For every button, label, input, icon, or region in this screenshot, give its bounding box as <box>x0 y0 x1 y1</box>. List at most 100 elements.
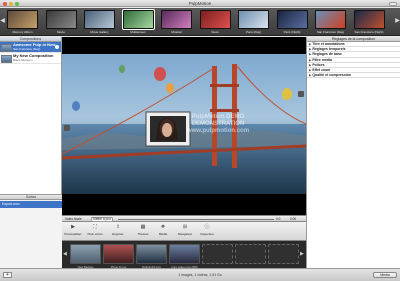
tool-button[interactable]: ⓘ Inspecteur <box>198 224 216 240</box>
theme-item[interactable]: Paris (Day) <box>238 10 269 35</box>
media-item[interactable] <box>136 244 167 264</box>
media-empty-slot[interactable] <box>235 244 266 264</box>
theme-item[interactable]: News <box>199 10 231 35</box>
tool-label: Plein écran <box>87 232 103 236</box>
theme-item[interactable]: Memory Album <box>7 10 38 35</box>
preview-viewer[interactable]: PulpMotion DEMO DEMONSTRATION www.pulpmo… <box>62 37 306 215</box>
theme-item[interactable]: Movie Gallery <box>84 10 115 35</box>
disclosure-triangle-icon[interactable]: ▶ <box>309 47 311 51</box>
window-title: PulpMotion <box>188 1 212 6</box>
composition-item[interactable]: My New Composition Black Museum <box>0 53 61 64</box>
theme-item[interactable]: San Francisco (Night) <box>353 10 385 35</box>
composition-subtitle: Black Museum <box>13 58 33 62</box>
title-bar: PulpMotion <box>0 0 400 7</box>
tool-label: Prévisualiser <box>64 232 82 236</box>
tool-button[interactable]: ▦ Thèmes <box>134 224 152 240</box>
theme-item[interactable]: San Francisco (Day) <box>315 10 346 35</box>
clip-item[interactable]: Export.mov <box>0 201 62 208</box>
theme-thumbnail <box>276 10 308 29</box>
inspector-icon: ⓘ <box>204 224 210 230</box>
theme-label: Musical <box>171 30 182 34</box>
theme-label: Movie <box>56 30 65 34</box>
media-item[interactable] <box>103 244 134 264</box>
compositions-panel: Compositions Awesome Pulp in New... San F… <box>0 37 62 268</box>
media-empty-slot[interactable] <box>268 244 299 264</box>
theme-label: Memory Album <box>12 30 33 34</box>
themes-icon: ▦ <box>140 224 146 230</box>
media-bin: ◀ New Badges Photo 11.jpg Flight1p16.mov In… <box>62 241 306 269</box>
theme-thumbnail <box>45 10 77 29</box>
settings-section-label: Réglages temporels <box>312 47 346 52</box>
disclosure-triangle-icon[interactable]: ▶ <box>309 63 311 67</box>
tool-button[interactable]: ⇪ Exporter <box>109 224 127 240</box>
theme-label: San Francisco (Day) <box>316 30 345 34</box>
theme-label: Paris (Night) <box>283 30 301 34</box>
close-window-button[interactable] <box>3 1 7 6</box>
theme-strip: ◀ Memory Album Movie Movie Gallery Multiscr… <box>0 8 400 36</box>
theme-thumbnail <box>84 10 115 29</box>
theme-thumbnail <box>315 10 346 29</box>
media-item[interactable] <box>70 244 101 264</box>
app-window: PulpMotion ◀ Memory Album Movie Movie Gall… <box>0 0 400 281</box>
media-button[interactable]: Média <box>373 272 397 278</box>
export-icon: ⇪ <box>115 224 121 230</box>
tools-bar: ▶ Prévisualiser ⛶ Plein écran ⇪ Exporter ▦ Thèm… <box>62 222 306 241</box>
media-item[interactable] <box>169 244 200 264</box>
theme-thumbnail <box>161 10 192 29</box>
theme-item[interactable]: Multiscreen <box>121 9 155 35</box>
fullscreen-icon: ⛶ <box>93 224 97 230</box>
tool-button[interactable]: ▶ Prévisualiser <box>64 224 82 240</box>
media-icon: ❖ <box>160 224 166 230</box>
theme-item[interactable]: Paris (Night) <box>276 10 308 35</box>
viewer-side-icon[interactable] <box>298 91 304 97</box>
media-scroll-right-icon[interactable]: ▶ <box>300 251 304 257</box>
demo-watermark: PulpMotion DEMO DEMONSTRATION www.pulpmo… <box>186 114 250 134</box>
theme-item[interactable]: Musical <box>161 10 192 35</box>
preview-canvas: PulpMotion DEMO DEMONSTRATION www.pulpmo… <box>62 54 306 194</box>
toolbar-toggle-button[interactable] <box>389 1 397 6</box>
theme-label: News <box>211 30 219 34</box>
clips-panel: Sortes Export.mov <box>0 194 62 268</box>
disclosure-triangle-icon[interactable]: ▶ <box>309 68 311 72</box>
settings-section-label: Polices <box>312 62 325 67</box>
tool-label: Média <box>158 232 168 236</box>
media-scroll-left-icon[interactable]: ◀ <box>63 251 67 257</box>
center-area: PulpMotion DEMO DEMONSTRATION www.pulpmo… <box>62 37 306 269</box>
tool-label: Thèmes <box>137 232 149 236</box>
theme-thumbnail <box>238 10 269 29</box>
update-button[interactable]: Mettre à jour <box>91 216 113 222</box>
composition-item[interactable]: Awesome Pulp in New... San Francisco (Day… <box>0 42 61 53</box>
theme-label: Movie Gallery <box>90 30 109 34</box>
composition-thumbnail <box>1 54 12 63</box>
tool-button[interactable]: ⊞ Navigateur <box>176 224 194 240</box>
play-icon: ▶ <box>71 224 75 230</box>
settings-section-label: Filtre média <box>312 57 332 62</box>
clips-header: Sortes <box>0 195 62 200</box>
tool-button[interactable]: ❖ Média <box>154 224 172 240</box>
disclosure-triangle-icon[interactable]: ▶ <box>309 42 311 46</box>
theme-label: San Francisco (Night) <box>354 30 384 34</box>
settings-section-label: Effet zoom <box>312 67 331 72</box>
browser-icon: ⊞ <box>182 224 188 230</box>
zoom-window-button[interactable] <box>15 1 19 6</box>
theme-label: Multiscreen <box>130 30 146 34</box>
theme-thumbnail <box>353 10 385 29</box>
media-empty-slot[interactable] <box>202 244 233 264</box>
minimize-window-button[interactable] <box>9 1 13 6</box>
viewer-left-icon[interactable] <box>64 125 70 131</box>
composition-arrow-icon[interactable]: › <box>55 45 59 49</box>
theme-scroll-right-icon[interactable]: ▶ <box>395 16 400 26</box>
settings-section[interactable]: ▶Qualité et compression <box>307 73 400 79</box>
disclosure-triangle-icon[interactable]: ▶ <box>309 52 311 56</box>
theme-thumbnail <box>7 10 38 29</box>
settings-section-label: Titre et annotations <box>312 42 345 46</box>
theme-scroll-left-icon[interactable]: ◀ <box>0 16 5 26</box>
theme-thumbnail <box>199 10 231 29</box>
theme-thumbnail <box>121 9 155 30</box>
scrubber-track[interactable] <box>118 218 274 220</box>
theme-item[interactable]: Movie <box>45 10 77 35</box>
disclosure-triangle-icon[interactable]: ▶ <box>309 73 311 77</box>
settings-section-label: Qualité et compression <box>312 73 352 78</box>
tool-button[interactable]: ⛶ Plein écran <box>86 224 104 240</box>
disclosure-triangle-icon[interactable]: ▶ <box>309 58 311 62</box>
